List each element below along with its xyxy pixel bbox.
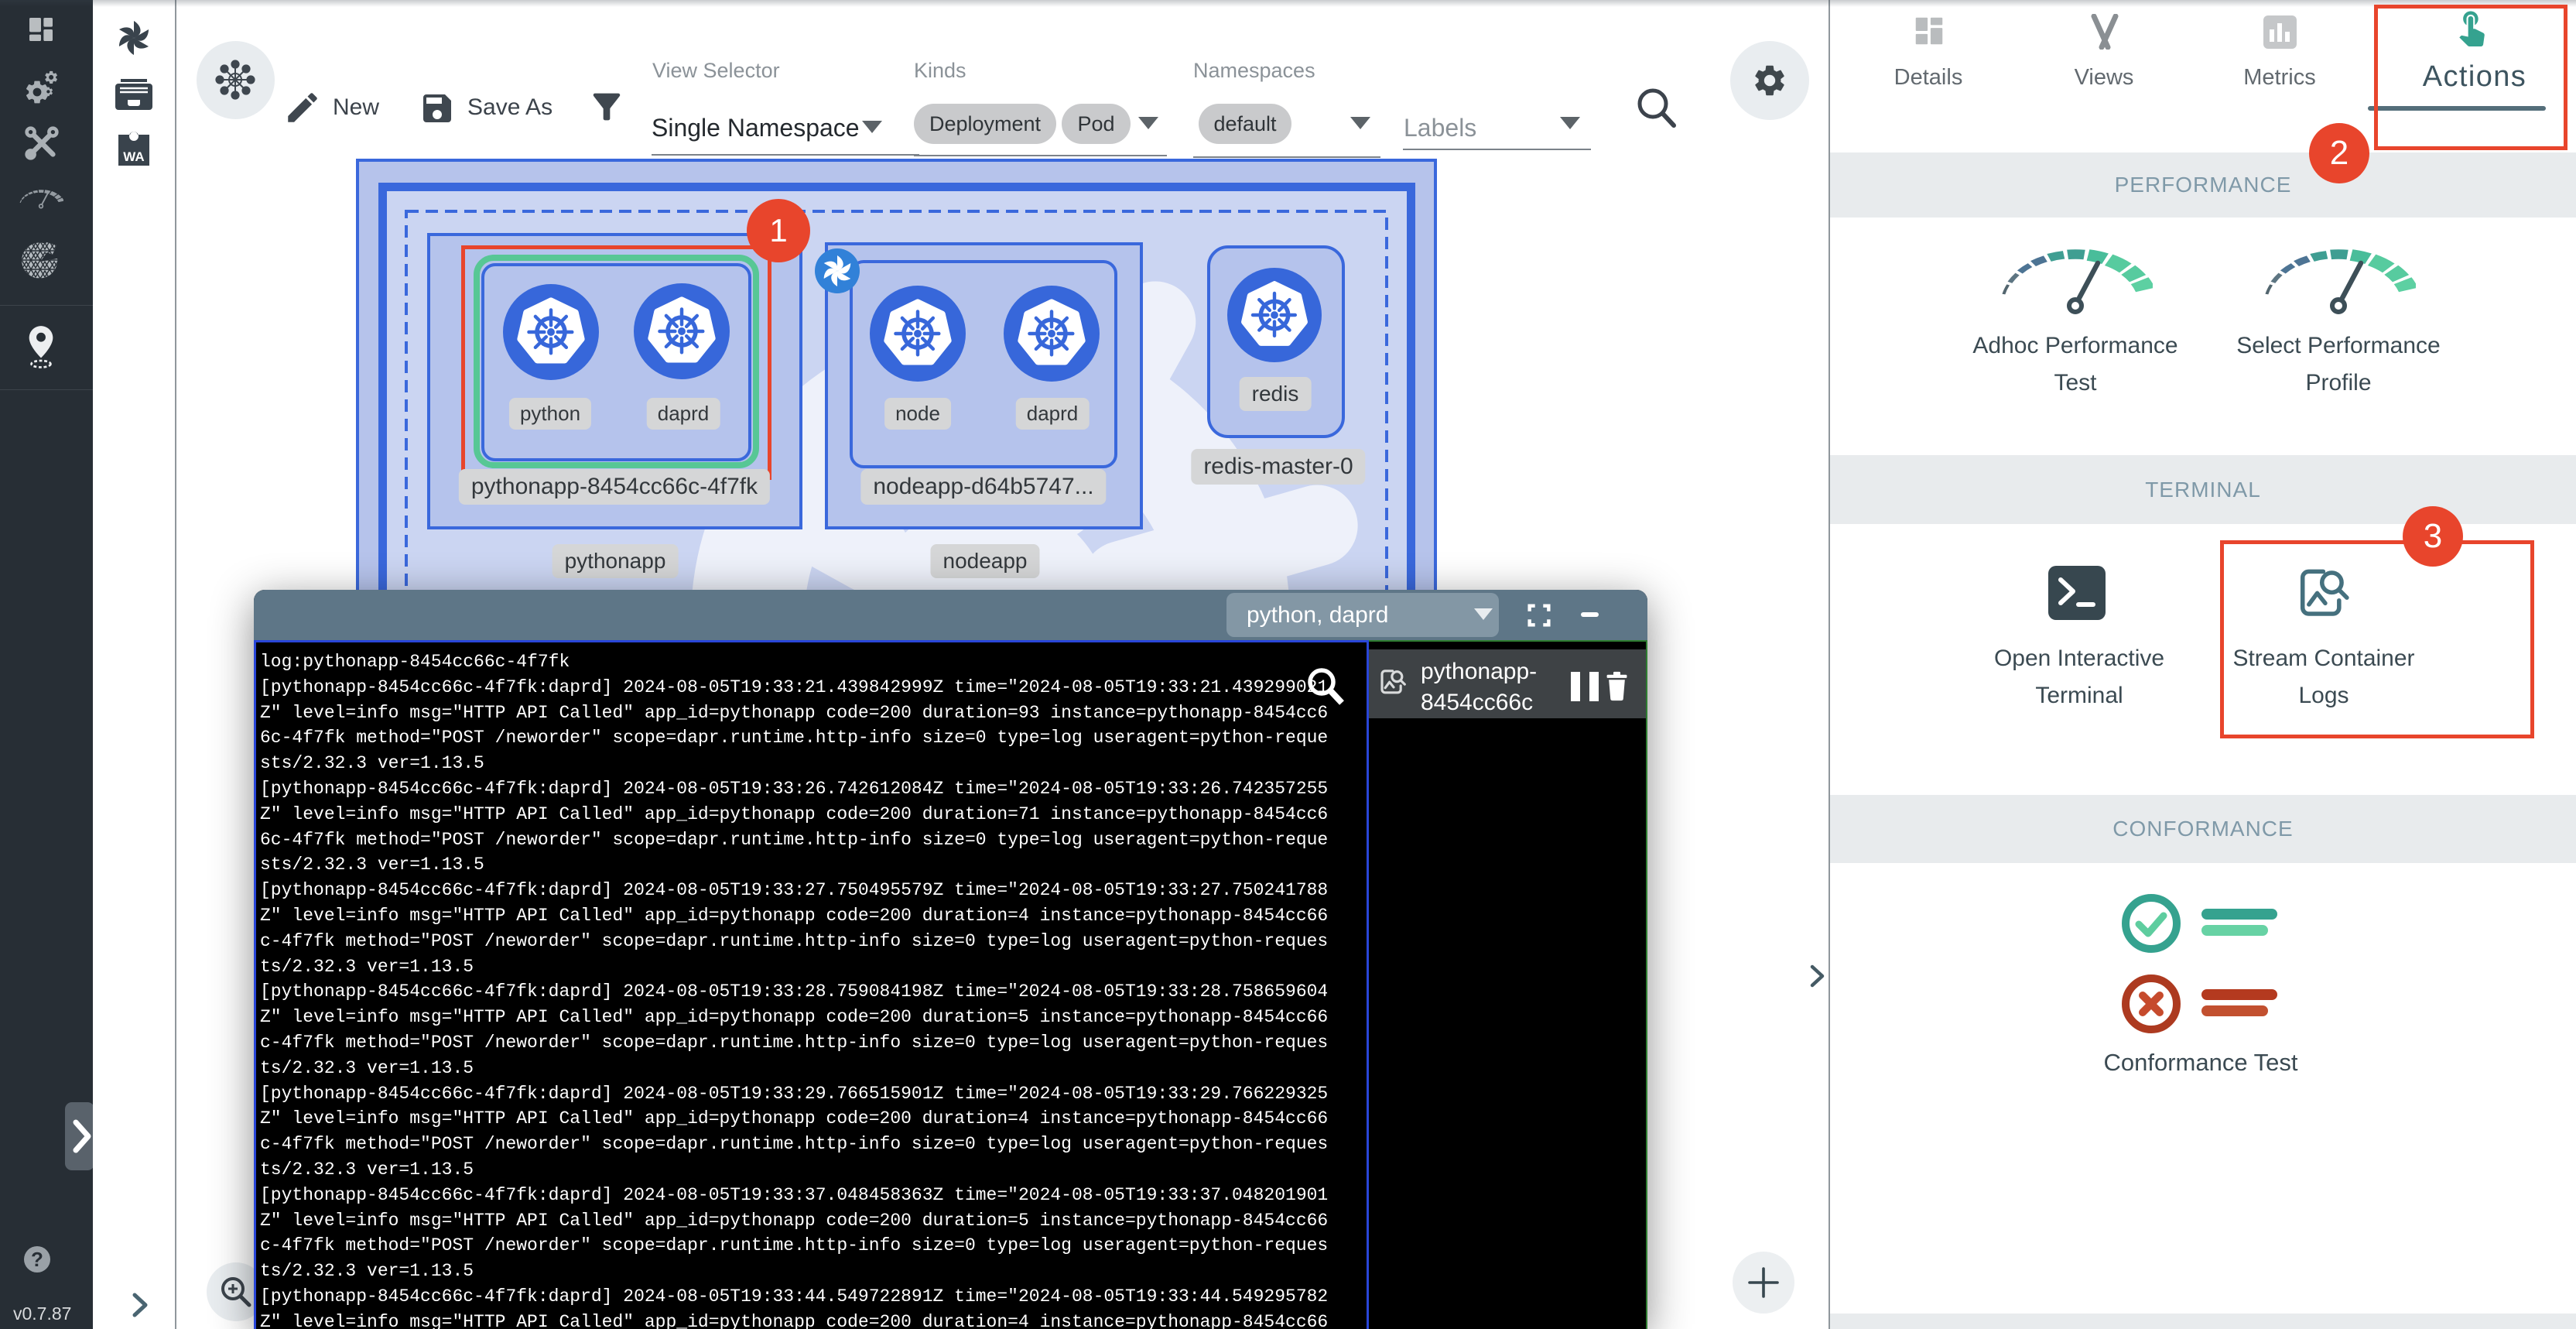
svg-text:WA: WA — [123, 149, 144, 164]
